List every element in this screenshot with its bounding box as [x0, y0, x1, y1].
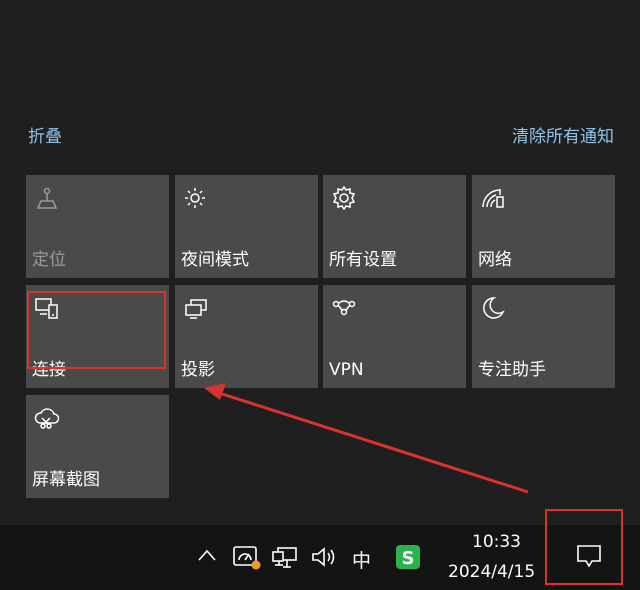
tile-night-light[interactable]: 夜间模式 [175, 175, 318, 278]
input-method-indicator[interactable]: 中 [352, 546, 371, 573]
screenshot-icon [34, 405, 60, 431]
tile-network[interactable]: 网络 [472, 175, 615, 278]
moon-icon [480, 295, 506, 321]
location-icon [34, 185, 60, 211]
gear-icon [331, 185, 357, 211]
sogou-input-icon[interactable]: S [395, 544, 421, 570]
show-hidden-icons-chevron-icon[interactable] [197, 547, 217, 563]
project-icon [183, 295, 209, 321]
clock-time[interactable]: 10:33 [472, 532, 521, 552]
collapse-link[interactable]: 折叠 [28, 122, 62, 147]
tile-label: 连接 [32, 360, 66, 380]
connect-devices-icon [34, 295, 60, 321]
tile-label: VPN [329, 360, 364, 380]
tile-focus-assist[interactable]: 专注助手 [472, 285, 615, 388]
tile-label: 定位 [32, 250, 66, 270]
brightness-sun-icon [183, 185, 209, 211]
network-speed-tray-icon[interactable] [232, 544, 262, 570]
clock-date[interactable]: 2024/4/15 [448, 562, 535, 582]
tile-location[interactable]: 定位 [26, 175, 169, 278]
tile-project[interactable]: 投影 [175, 285, 318, 388]
svg-text:S: S [402, 548, 415, 569]
volume-speaker-icon[interactable] [310, 545, 338, 569]
action-center-notification-icon[interactable] [575, 543, 603, 569]
vpn-icon [331, 295, 357, 321]
clear-all-notifications-link[interactable]: 清除所有通知 [512, 122, 614, 147]
network-icon [480, 185, 506, 211]
network-computer-tray-icon[interactable] [271, 545, 301, 571]
tile-all-settings[interactable]: 所有设置 [323, 175, 466, 278]
tile-label: 所有设置 [329, 250, 397, 270]
tile-label: 网络 [478, 250, 512, 270]
tile-label: 投影 [181, 360, 215, 380]
tile-vpn[interactable]: VPN [323, 285, 466, 388]
tile-screenshot[interactable]: 屏幕截图 [26, 395, 169, 498]
tile-label: 专注助手 [478, 360, 546, 380]
tile-label: 夜间模式 [181, 250, 249, 270]
tile-label: 屏幕截图 [32, 470, 100, 490]
tile-connect[interactable]: 连接 [26, 285, 169, 388]
